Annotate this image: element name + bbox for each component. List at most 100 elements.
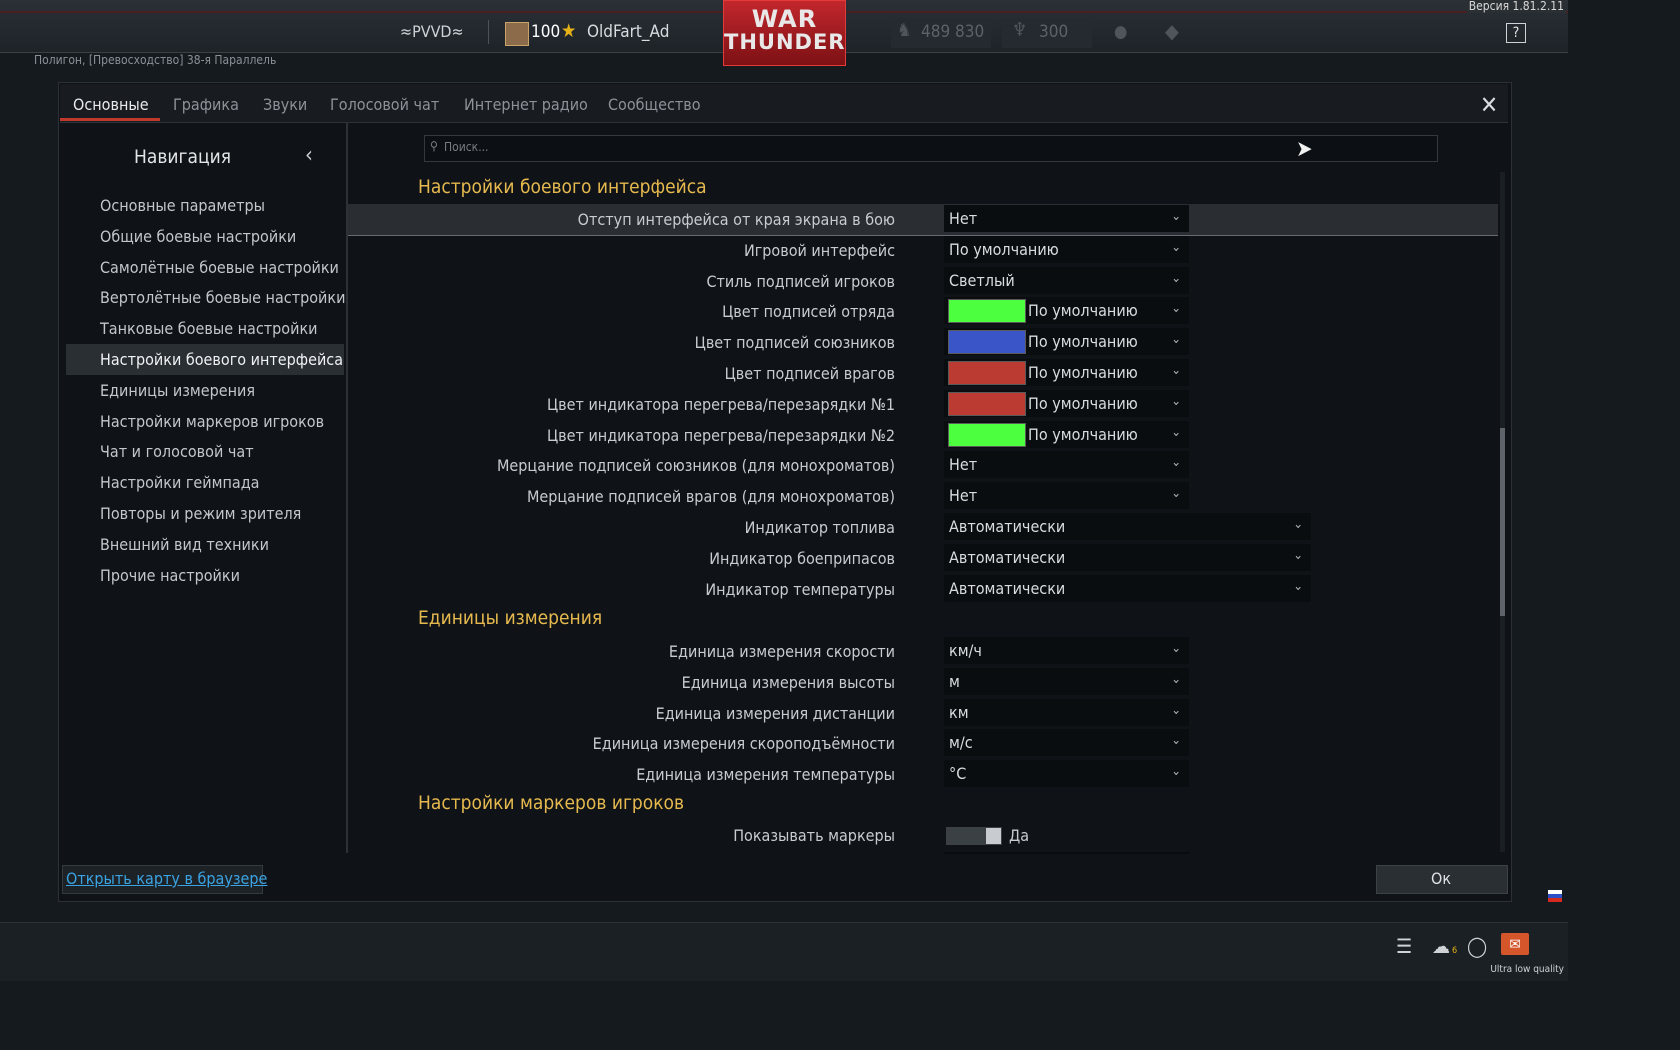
avatar[interactable] xyxy=(505,22,529,46)
navigation-title: Навигация xyxy=(134,146,231,168)
setting-dropdown[interactable]: По умолчанию ⌄ xyxy=(944,389,1189,417)
setting-label: Индикатор температуры xyxy=(705,579,895,599)
setting-label: Цвет индикатора перегрева/перезарядки №1 xyxy=(546,394,895,414)
chevron-down-icon: ⌄ xyxy=(1293,517,1303,532)
setting-label: Индикатор боеприпасов xyxy=(709,548,895,568)
dropdown-value: °C xyxy=(949,764,967,784)
toggle-knob[interactable] xyxy=(986,828,1001,844)
war-thunder-logo[interactable]: WAR THUNDER xyxy=(723,0,846,66)
setting-label: Индикатор топлива xyxy=(744,518,895,537)
list-icon[interactable]: ☰ xyxy=(1396,934,1412,958)
chevron-down-icon: ⌄ xyxy=(1293,578,1303,594)
close-icon[interactable]: ✕ xyxy=(1480,91,1498,119)
squad-icon[interactable]: ☁ xyxy=(1432,934,1450,958)
setting-label: Единица измерения скороподъёмности xyxy=(592,734,895,754)
chevron-down-icon: ⌄ xyxy=(1171,671,1181,687)
setting-dropdown[interactable]: Нет ⌄ xyxy=(944,482,1189,510)
dropdown-value: По умолчанию xyxy=(949,239,1059,259)
setting-label: Цвет подписей отряда xyxy=(722,302,895,322)
setting-dropdown[interactable]: Автоматически ⌄ xyxy=(944,513,1311,540)
version-label: Версия 1.81.2.11 xyxy=(1466,0,1566,13)
section-title-hud: Настройки боевого интерфейса xyxy=(418,176,707,198)
color-swatch xyxy=(948,391,1026,416)
setting-dropdown[interactable]: °C ⌄ xyxy=(944,760,1189,788)
setting-dropdown[interactable]: Светлый ⌄ xyxy=(944,266,1189,294)
chevron-down-icon: ⌄ xyxy=(1171,702,1181,718)
setting-dropdown[interactable]: Автоматически ⌄ xyxy=(944,574,1311,602)
chevron-down-icon: ⌄ xyxy=(1171,301,1181,317)
setting-label: Игровой интерфейс xyxy=(743,240,895,260)
nav-item[interactable]: Внешний вид техники xyxy=(100,535,269,554)
player-nickname[interactable]: OldFart_Ad xyxy=(587,22,669,42)
setting-dropdown[interactable]: По умолчанию ⌄ xyxy=(944,297,1189,325)
chat-icon[interactable]: ◯ xyxy=(1467,934,1487,958)
nav-item[interactable]: Самолётные боевые настройки xyxy=(100,258,339,277)
eagles-balance: 300 xyxy=(1039,22,1069,42)
setting-dropdown[interactable]: м ⌄ xyxy=(944,667,1189,695)
mouse-cursor-icon: ➤ xyxy=(1296,137,1313,162)
scrollbar-thumb[interactable] xyxy=(1500,428,1505,616)
chevron-down-icon: ⌄ xyxy=(1171,332,1181,348)
player-level: 100 xyxy=(531,22,561,42)
collapse-nav-icon[interactable]: ‹ xyxy=(305,143,313,168)
setting-dropdown[interactable]: м/с ⌄ xyxy=(944,729,1189,757)
tab-main[interactable]: Основные xyxy=(73,95,149,114)
chevron-down-icon: ⌄ xyxy=(1171,486,1181,502)
chevron-down-icon: ⌄ xyxy=(1171,363,1181,378)
dropdown-value: Светлый xyxy=(949,270,1015,290)
setting-label: Отступ интерфейса от края экрана в бою xyxy=(577,210,895,229)
tab-internet-radio[interactable]: Интернет радио xyxy=(464,95,588,114)
setting-label: Мерцание подписей союзников (для монохро… xyxy=(497,456,895,476)
tab-voice-chat[interactable]: Голосовой чат xyxy=(330,95,439,114)
setting-dropdown[interactable]: Автоматически ⌄ xyxy=(944,543,1311,571)
setting-dropdown[interactable]: По умолчанию ⌄ xyxy=(944,359,1189,386)
dropdown-value: Автоматически xyxy=(949,578,1066,598)
nav-item[interactable]: Танковые боевые настройки xyxy=(100,319,318,338)
premium-diamond-icon[interactable]: ◆ xyxy=(1165,19,1179,43)
nav-item[interactable]: Прочие настройки xyxy=(100,566,240,585)
nav-item[interactable]: Единицы измерения xyxy=(100,381,255,400)
search-placeholder: Поиск... xyxy=(444,140,489,154)
setting-dropdown[interactable]: По умолчанию ⌄ xyxy=(944,235,1189,263)
color-swatch xyxy=(948,361,1026,385)
setting-dropdown[interactable]: Нет ⌄ xyxy=(944,451,1189,479)
active-tab-indicator xyxy=(60,118,160,121)
dropdown-value: Нет xyxy=(949,209,978,228)
nav-item[interactable]: Вертолётные боевые настройки xyxy=(100,288,345,307)
setting-label: Цвет индикатора перегрева/перезарядки №2 xyxy=(546,425,895,445)
setting-dropdown[interactable]: Нет ⌄ xyxy=(944,205,1189,232)
nav-item[interactable]: Настройки боевого интерфейса xyxy=(100,350,343,369)
dropdown-value: Автоматически xyxy=(949,547,1066,567)
tab-community[interactable]: Сообщество xyxy=(608,95,701,114)
setting-dropdown[interactable]: По умолчанию ⌄ xyxy=(944,328,1189,356)
dropdown-value: км xyxy=(949,702,969,722)
tab-graphics[interactable]: Графика xyxy=(173,95,239,114)
nav-item[interactable]: Настройки геймпада xyxy=(100,473,260,492)
setting-label: Стиль подписей игроков xyxy=(706,271,895,291)
chevron-down-icon: ⌄ xyxy=(1293,547,1303,563)
dropdown-value: По умолчанию xyxy=(1028,424,1138,444)
chevron-down-icon: ⌄ xyxy=(1171,209,1181,224)
setting-dropdown[interactable]: км ⌄ xyxy=(944,698,1189,726)
help-button[interactable]: ? xyxy=(1506,23,1526,43)
nav-item[interactable]: Повторы и режим зрителя xyxy=(100,504,301,523)
russian-flag-icon[interactable] xyxy=(1548,890,1562,902)
search-input[interactable] xyxy=(424,135,1438,162)
open-map-link[interactable]: Открыть карту в браузере xyxy=(66,869,267,888)
lion-icon: ♞ xyxy=(897,20,912,41)
next-row-edge xyxy=(944,852,1190,854)
nav-item[interactable]: Чат и голосовой чат xyxy=(100,442,254,461)
mail-icon[interactable]: ✉ xyxy=(1501,933,1529,955)
setting-label: Мерцание подписей врагов (для монохромат… xyxy=(526,487,895,507)
setting-label: Цвет подписей союзников xyxy=(694,333,895,353)
lightbulb-icon[interactable]: ● xyxy=(1114,22,1127,42)
setting-dropdown[interactable]: По умолчанию ⌄ xyxy=(944,420,1189,448)
setting-dropdown[interactable]: км/ч ⌄ xyxy=(944,637,1189,664)
ok-button-label[interactable]: Ок xyxy=(1376,869,1506,888)
squad-tag[interactable]: ≈PVVD≈ xyxy=(400,22,464,41)
nav-item[interactable]: Основные параметры xyxy=(100,196,265,215)
nav-item[interactable]: Общие боевые настройки xyxy=(100,227,296,246)
nav-item[interactable]: Настройки маркеров игроков xyxy=(100,412,324,431)
tab-sound[interactable]: Звуки xyxy=(263,95,307,114)
setting-label: Цвет подписей врагов xyxy=(724,364,895,383)
